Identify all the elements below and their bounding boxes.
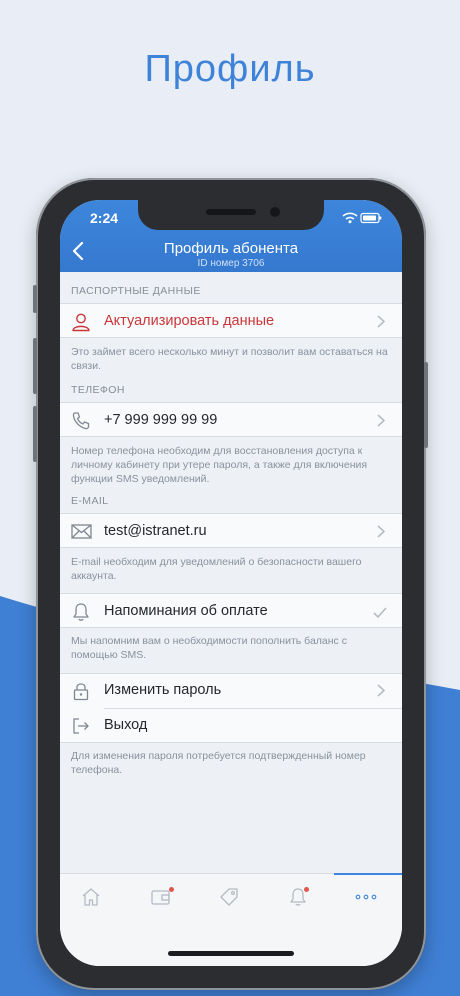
passport-note: Это займет всего несколько минут и позво…: [71, 346, 388, 372]
notification-badge: [304, 887, 309, 892]
section-header-email: E-MAIL: [71, 495, 109, 507]
envelope-icon: [71, 524, 92, 544]
section-header-passport: ПАСПОРТНЫЕ ДАННЫЕ: [71, 285, 201, 297]
phone-note: Номер телефона необходим для восстановле…: [71, 445, 368, 485]
tab-services[interactable]: [218, 886, 248, 916]
chevron-right-icon: [377, 414, 386, 432]
tab-home[interactable]: [80, 886, 110, 916]
user-icon: [71, 312, 91, 337]
update-data-label: Актуализировать данные: [104, 313, 275, 329]
checkmark-icon: [373, 605, 387, 623]
change-password-row[interactable]: Изменить пароль: [60, 674, 402, 708]
status-icons: [342, 211, 382, 229]
battery-icon: [360, 212, 382, 224]
change-password-label: Изменить пароль: [104, 682, 222, 698]
email-note: E-mail необходим для уведомлений о безоп…: [71, 556, 362, 582]
phone-number: +7 999 999 99 99: [104, 412, 218, 428]
more-icon: [355, 894, 377, 900]
phone-volume-down: [33, 406, 37, 462]
phone-notch: [138, 200, 324, 230]
wifi-icon: [342, 212, 358, 224]
phone-power-button: [424, 362, 428, 448]
password-note: Для изменения пароля потребуется подтвер…: [71, 750, 366, 776]
phone-volume-up: [33, 338, 37, 394]
bell-icon: [71, 602, 91, 627]
active-tab-indicator: [334, 873, 402, 875]
logout-label: Выход: [104, 717, 148, 733]
phone-mute-switch: [33, 285, 37, 313]
home-icon: [82, 888, 100, 906]
reminders-note: Мы напомним вам о необходимости пополнит…: [71, 635, 347, 661]
update-data-row[interactable]: Актуализировать данные: [60, 303, 402, 338]
promo-title: Профиль: [144, 48, 316, 90]
email-address: test@istranet.ru: [104, 523, 207, 539]
page-title: Профиль абонента: [163, 240, 299, 257]
notification-badge: [169, 887, 174, 892]
tab-bar: [60, 873, 402, 966]
tab-more[interactable]: [354, 886, 384, 916]
home-indicator: [168, 951, 294, 956]
wallet-icon: [151, 890, 170, 905]
email-row[interactable]: test@istranet.ru: [60, 513, 402, 548]
logout-icon: [71, 716, 91, 741]
tag-icon: [220, 888, 238, 906]
security-group: Изменить пароль Выход: [60, 673, 402, 743]
payment-reminders-label: Напоминания об оплате: [104, 603, 268, 619]
phone-screen: 2:24 Профиль абонента ID номер 3706 ПАСП…: [60, 200, 402, 966]
logout-row[interactable]: Выход: [60, 709, 402, 743]
section-header-phone: ТЕЛЕФОН: [71, 384, 125, 396]
account-id: ID номер 3706: [197, 258, 265, 269]
speaker: [206, 209, 256, 215]
tab-payments[interactable]: [149, 886, 179, 916]
tab-notifications[interactable]: [287, 886, 317, 916]
chevron-right-icon: [377, 525, 386, 543]
phone-icon: [71, 411, 91, 436]
chevron-right-icon: [377, 684, 386, 702]
chevron-right-icon: [377, 315, 386, 333]
status-time: 2:24: [90, 210, 119, 226]
lock-icon: [71, 681, 91, 706]
phone-row[interactable]: +7 999 999 99 99: [60, 402, 402, 437]
payment-reminders-row[interactable]: Напоминания об оплате: [60, 593, 402, 628]
front-camera: [270, 207, 280, 217]
